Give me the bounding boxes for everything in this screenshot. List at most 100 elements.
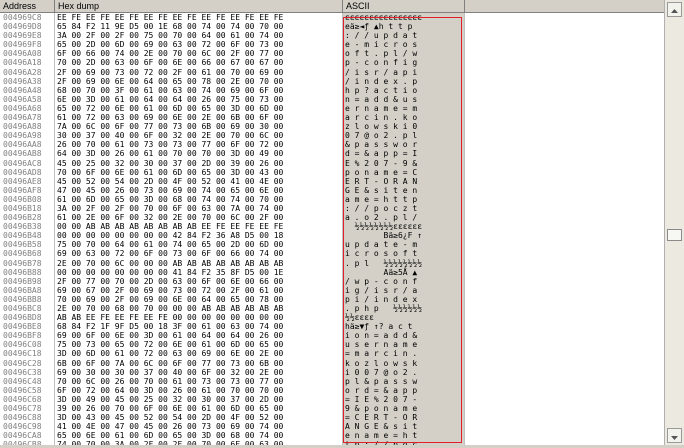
row-hex-bytes[interactable]: 70 00 6F 00 6E 00 61 00 6D 00 65 00 3D 0… (57, 168, 283, 177)
dump-row[interactable]: 00496CB8 74 00 70 00 3A 00 2F 00 2F 00 70… (0, 440, 664, 445)
row-hex-bytes[interactable]: 3A 00 2F 00 2F 00 75 00 70 00 64 00 61 0… (57, 31, 283, 40)
dump-row[interactable]: 00496BF8 69 00 6F 00 6E 00 3D 00 61 00 64… (0, 331, 664, 341)
row-hex-bytes[interactable]: 3D 00 49 00 45 00 25 00 32 00 30 00 37 0… (57, 395, 283, 404)
row-hex-bytes[interactable]: AB AB EE FE EE FE EE FE 00 00 00 00 00 0… (57, 313, 283, 322)
row-hex-bytes[interactable]: 6F 00 72 00 64 00 3D 00 26 00 61 00 70 0… (57, 386, 283, 395)
row-hex-bytes[interactable]: 74 00 70 00 3A 00 2F 00 2F 00 70 00 6F 0… (57, 440, 283, 445)
vertical-scrollbar[interactable] (664, 0, 684, 445)
row-hex-bytes[interactable]: EE FE EE FE EE FE EE FE EE FE EE FE EE F… (57, 13, 283, 22)
dump-row[interactable]: 004969F8 65 00 2D 00 6D 00 69 00 63 00 72… (0, 40, 664, 50)
dump-row[interactable]: 00496C08 75 00 73 00 65 00 72 00 6E 00 61… (0, 340, 664, 350)
dump-row[interactable]: 00496AC8 45 00 25 00 32 00 30 00 37 00 2D… (0, 158, 664, 168)
dump-row[interactable]: 00496AD8 70 00 6F 00 6E 00 61 00 6D 00 65… (0, 167, 664, 177)
dump-row[interactable]: 00496BE8 68 84 F2 1F 9F D5 00 18 3F 00 61… (0, 322, 664, 332)
dump-row[interactable]: 00496B48 00 00 00 00 00 00 00 00 42 84 F2… (0, 231, 664, 241)
row-hex-bytes[interactable]: 3D 00 6D 00 61 00 72 00 63 00 69 00 6E 0… (57, 349, 283, 358)
row-hex-bytes[interactable]: 7A 00 6C 00 6F 00 77 00 73 00 6B 00 69 0… (57, 122, 283, 131)
row-hex-bytes[interactable]: 2F 00 69 00 73 00 72 00 2F 00 61 00 70 0… (57, 68, 283, 77)
dump-row[interactable]: 00496B58 75 00 70 00 64 00 61 00 74 00 65… (0, 240, 664, 250)
row-hex-bytes[interactable]: 65 00 72 00 6E 00 61 00 6D 00 65 00 3D 0… (57, 104, 283, 113)
row-hex-bytes[interactable]: 69 00 67 00 2F 00 69 00 73 00 72 00 2F 0… (57, 286, 283, 295)
row-hex-bytes[interactable]: 65 00 6E 00 61 00 6D 00 65 00 3D 00 68 0… (57, 431, 283, 440)
dump-row[interactable]: 004969C8 EE FE EE FE EE FE EE FE EE FE EE… (0, 13, 664, 23)
dump-row[interactable]: 00496B18 3A 00 2F 00 2F 00 70 00 6F 00 63… (0, 203, 664, 214)
hex-dump-pane[interactable]: Address Hex dump ASCII 004969C8 EE FE EE … (0, 0, 664, 445)
dump-row[interactable]: 004969D8 65 84 F2 11 9E D5 00 1E 68 00 74… (0, 22, 664, 32)
row-hex-bytes[interactable]: 2E 00 70 00 68 00 70 00 00 00 AB AB AB A… (57, 304, 283, 313)
dump-row[interactable]: 00496BC8 2E 00 70 00 68 00 70 00 00 00 AB… (0, 304, 664, 314)
row-hex-bytes[interactable]: 6B 00 6F 00 7A 00 6C 00 6F 00 77 00 73 0… (57, 359, 283, 368)
row-hex-bytes[interactable]: 00 00 00 00 00 00 00 00 41 84 F2 35 8F D… (57, 268, 283, 277)
row-hex-bytes[interactable]: 00 00 AB AB AB AB AB AB AB AB EE FE EE F… (57, 222, 283, 231)
row-hex-bytes[interactable]: 6E 00 3D 00 61 00 64 00 64 00 26 00 75 0… (57, 95, 283, 104)
row-hex-bytes[interactable]: 3A 00 2F 00 2F 00 70 00 6F 00 63 00 7A 0… (57, 204, 283, 213)
row-hex-bytes[interactable]: 64 00 3D 00 26 00 61 00 70 00 70 00 3D 0… (57, 149, 283, 158)
row-hex-bytes[interactable]: 68 00 70 00 3F 00 61 00 63 00 74 00 69 0… (57, 86, 283, 95)
row-hex-bytes[interactable]: 69 00 30 00 30 00 37 00 40 00 6F 00 32 0… (57, 368, 283, 377)
dump-row[interactable]: 00496B08 61 00 6D 00 65 00 3D 00 68 00 74… (0, 194, 664, 204)
dump-row[interactable]: 00496B68 69 00 63 00 72 00 6F 00 73 00 6F… (0, 249, 664, 259)
dump-row[interactable]: 00496BA8 69 00 67 00 2F 00 69 00 73 00 72… (0, 285, 664, 295)
dump-row[interactable]: 00496A28 2F 00 69 00 73 00 72 00 2F 00 61… (0, 67, 664, 77)
row-hex-bytes[interactable]: 70 00 6C 00 26 00 70 00 61 00 73 00 73 0… (57, 377, 283, 386)
row-hex-bytes[interactable]: 65 00 2D 00 6D 00 69 00 63 00 72 00 6F 0… (57, 40, 283, 49)
dump-row[interactable]: 00496AB8 64 00 3D 00 26 00 61 00 70 00 70… (0, 149, 664, 159)
dump-row[interactable]: 00496C38 69 00 30 00 30 00 37 00 40 00 6F… (0, 367, 664, 377)
row-hex-bytes[interactable]: 3D 00 43 00 45 00 52 00 54 00 2D 00 4F 0… (57, 413, 283, 422)
dump-row[interactable]: 00496C18 3D 00 6D 00 61 00 72 00 63 00 69… (0, 349, 664, 359)
row-hex-bytes[interactable]: 70 00 69 00 2F 00 69 00 6E 00 64 00 65 0… (57, 295, 283, 304)
row-hex-bytes[interactable]: 75 00 70 00 64 00 61 00 74 00 65 00 2D 0… (57, 240, 283, 249)
dump-row[interactable]: 00496B88 00 00 00 00 00 00 00 00 41 84 F2… (0, 267, 664, 277)
dump-row[interactable]: 00496B38 00 00 AB AB AB AB AB AB AB AB EE… (0, 222, 664, 232)
ascii-column-header[interactable]: ASCII (343, 0, 465, 12)
dump-row[interactable]: 00496BD8 AB AB EE FE EE FE EE FE 00 00 00… (0, 313, 664, 323)
dump-row[interactable]: 00496C28 6B 00 6F 00 7A 00 6C 00 6F 00 77… (0, 358, 664, 368)
dump-row[interactable]: 00496C98 41 00 4E 00 47 00 45 00 26 00 73… (0, 422, 664, 432)
row-hex-bytes[interactable]: 39 00 26 00 70 00 6F 00 6E 00 61 00 6D 0… (57, 404, 283, 413)
row-hex-bytes[interactable]: 45 00 52 00 54 00 2D 00 4F 00 52 00 41 0… (57, 177, 283, 186)
dump-row[interactable]: 00496BB8 70 00 69 00 2F 00 69 00 6E 00 64… (0, 294, 664, 304)
dump-row[interactable]: 00496C58 6F 00 72 00 64 00 3D 00 26 00 61… (0, 385, 664, 395)
dump-row[interactable]: 004969E8 3A 00 2F 00 2F 00 75 00 70 00 64… (0, 31, 664, 41)
dump-row[interactable]: 00496A78 61 00 72 00 63 00 69 00 6E 00 2E… (0, 113, 664, 123)
row-hex-bytes[interactable]: 69 00 63 00 72 00 6F 00 73 00 6F 00 66 0… (57, 249, 283, 258)
dump-row[interactable]: 00496AA8 26 00 70 00 61 00 73 00 73 00 77… (0, 140, 664, 150)
row-hex-bytes[interactable]: 2E 00 70 00 6C 00 00 00 AB AB AB AB AB A… (57, 259, 283, 268)
row-hex-bytes[interactable]: 65 84 F2 11 9E D5 00 1E 68 00 74 00 74 0… (57, 22, 283, 31)
dump-row[interactable]: 00496A88 7A 00 6C 00 6F 00 77 00 73 00 6B… (0, 122, 664, 132)
dump-row[interactable]: 00496B28 61 00 2E 00 6F 00 32 00 2E 00 70… (0, 213, 664, 223)
row-hex-bytes[interactable]: 68 84 F2 1F 9F D5 00 18 3F 00 61 00 63 0… (57, 322, 283, 331)
row-hex-bytes[interactable]: 41 00 4E 00 47 00 45 00 26 00 73 00 69 0… (57, 422, 283, 431)
row-hex-bytes[interactable]: 70 00 2D 00 63 00 6F 00 6E 00 66 00 67 0… (57, 58, 283, 67)
scroll-down-button[interactable] (667, 428, 682, 443)
dump-row[interactable]: 00496CA8 65 00 6E 00 61 00 6D 00 65 00 3D… (0, 431, 664, 441)
row-hex-bytes[interactable]: 61 00 2E 00 6F 00 32 00 2E 00 70 00 6C 0… (57, 213, 283, 222)
row-hex-bytes[interactable]: 69 00 6F 00 6E 00 3D 00 61 00 64 00 64 0… (57, 331, 283, 340)
row-hex-bytes[interactable]: 45 00 25 00 32 00 30 00 37 00 2D 00 39 0… (57, 159, 283, 168)
row-hex-bytes[interactable]: 2F 00 77 00 70 00 2D 00 63 00 6F 00 6E 0… (57, 277, 283, 286)
scrollbar-thumb[interactable] (667, 229, 682, 241)
dump-row[interactable]: 00496C88 3D 00 43 00 45 00 52 00 54 00 2D… (0, 413, 664, 423)
scroll-up-button[interactable] (667, 2, 682, 17)
dump-row[interactable]: 00496AF8 47 00 45 00 26 00 73 00 69 00 74… (0, 185, 664, 195)
dump-row[interactable]: 00496A08 6F 00 66 00 74 00 2E 00 70 00 6C… (0, 49, 664, 59)
hex-column-header[interactable]: Hex dump (55, 0, 343, 12)
dump-row[interactable]: 00496A38 2F 00 69 00 6E 00 64 00 65 00 78… (0, 76, 664, 86)
row-hex-bytes[interactable]: 61 00 72 00 63 00 69 00 6E 00 2E 00 6B 0… (57, 113, 283, 122)
row-hex-bytes[interactable]: 61 00 6D 00 65 00 3D 00 68 00 74 00 74 0… (57, 195, 283, 204)
dump-row[interactable]: 00496A98 30 00 37 00 40 00 6F 00 32 00 2E… (0, 131, 664, 141)
dump-row[interactable]: 00496C78 39 00 26 00 70 00 6F 00 6E 00 61… (0, 404, 664, 414)
row-hex-bytes[interactable]: 30 00 37 00 40 00 6F 00 32 00 2E 00 70 0… (57, 131, 283, 140)
row-hex-bytes[interactable]: 26 00 70 00 61 00 73 00 73 00 77 00 6F 0… (57, 140, 283, 149)
address-column-header[interactable]: Address (0, 0, 55, 12)
dump-row[interactable]: 00496B98 2F 00 77 00 70 00 2D 00 63 00 6F… (0, 276, 664, 286)
row-hex-bytes[interactable]: 47 00 45 00 26 00 73 00 69 00 74 00 65 0… (57, 186, 283, 195)
dump-row[interactable]: 00496A58 6E 00 3D 00 61 00 64 00 64 00 26… (0, 94, 664, 104)
dump-row[interactable]: 00496AE8 45 00 52 00 54 00 2D 00 4F 00 52… (0, 176, 664, 186)
row-hex-bytes[interactable]: 00 00 00 00 00 00 00 00 42 84 F2 36 A8 D… (57, 231, 283, 240)
dump-row[interactable]: 00496A68 65 00 72 00 6E 00 61 00 6D 00 65… (0, 103, 664, 114)
dump-row[interactable]: 00496A18 70 00 2D 00 63 00 6F 00 6E 00 66… (0, 58, 664, 68)
dump-row[interactable]: 00496C68 3D 00 49 00 45 00 25 00 32 00 30… (0, 394, 664, 405)
dump-row[interactable]: 00496B78 2E 00 70 00 6C 00 00 00 AB AB AB… (0, 258, 664, 268)
dump-row[interactable]: 00496C48 70 00 6C 00 26 00 70 00 61 00 73… (0, 376, 664, 386)
